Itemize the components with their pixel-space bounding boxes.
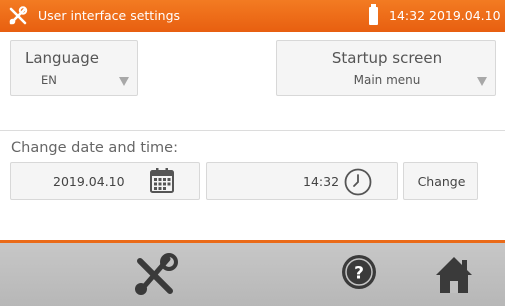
- date-field[interactable]: 2019.04.10: [10, 162, 200, 200]
- change-button-label: Change: [417, 174, 466, 189]
- help-icon[interactable]: ?: [340, 253, 378, 291]
- chevron-down-icon: [477, 77, 487, 86]
- divider: [0, 130, 505, 131]
- time-field[interactable]: 14:32: [206, 162, 398, 200]
- date-value: 2019.04.10: [53, 174, 125, 189]
- header-bar: User interface settings 14:32 2019.04.10: [0, 0, 505, 32]
- clock-icon: [344, 168, 372, 196]
- startup-screen-select[interactable]: Startup screen Main menu: [276, 40, 496, 96]
- tools-icon[interactable]: [132, 251, 180, 299]
- chevron-down-icon: [119, 77, 129, 86]
- language-select[interactable]: Language EN: [10, 40, 138, 96]
- home-icon[interactable]: [432, 253, 476, 297]
- language-value: EN: [41, 73, 57, 87]
- tools-icon: [9, 6, 28, 25]
- startup-screen-value: Main menu: [353, 73, 421, 87]
- language-label: Language: [25, 49, 100, 67]
- change-button[interactable]: Change: [403, 162, 478, 200]
- window-title: User interface settings: [38, 8, 181, 23]
- battery-icon: [369, 4, 378, 25]
- date-time-section-label: Change date and time:: [11, 140, 178, 156]
- settings-panel: Language EN Startup screen Main menu Cha…: [0, 32, 505, 240]
- time-value: 14:32: [303, 174, 340, 189]
- calendar-icon: [150, 168, 174, 193]
- svg-text:?: ?: [354, 264, 364, 284]
- bottom-toolbar: ?: [0, 240, 505, 306]
- datetime-display: 14:32 2019.04.10: [389, 8, 501, 23]
- startup-screen-label: Startup screen: [331, 49, 443, 67]
